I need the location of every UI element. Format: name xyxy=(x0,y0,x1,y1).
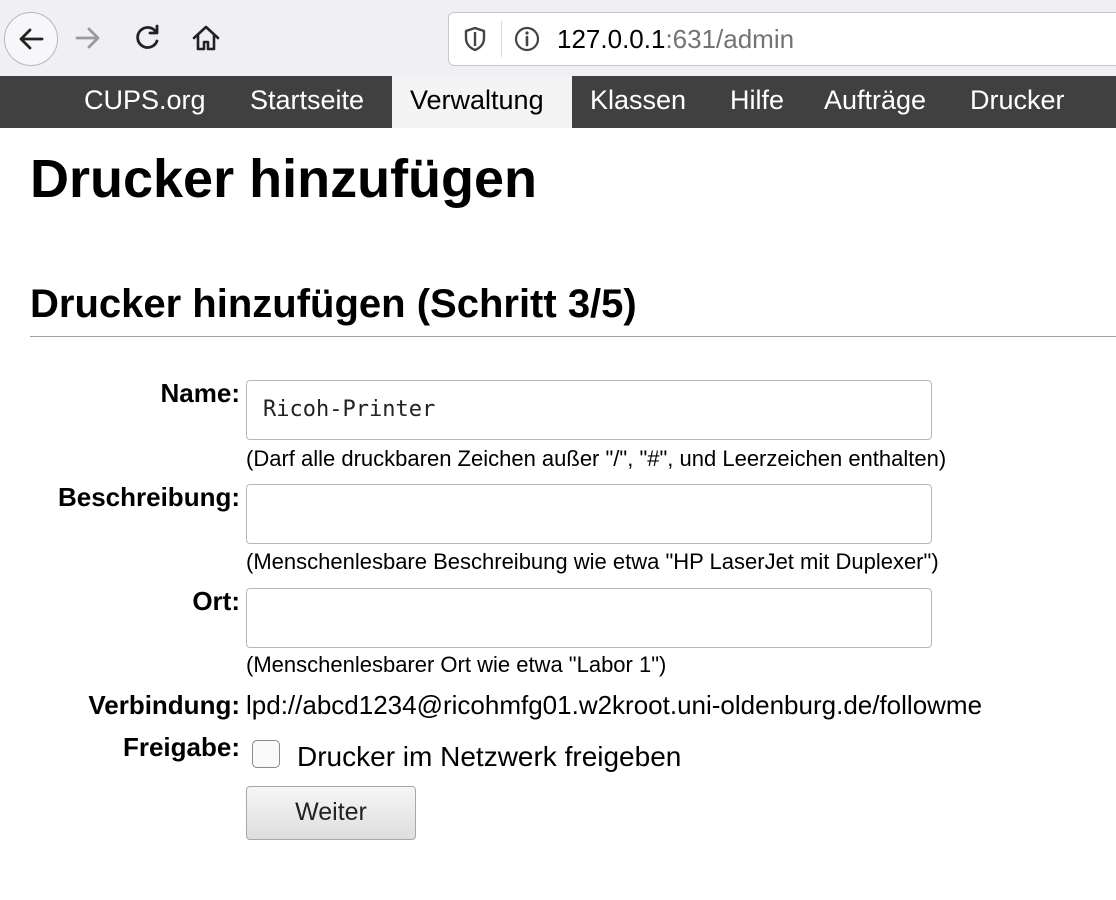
cups-navigation: CUPS.org Startseite Verwaltung Klassen H… xyxy=(0,76,1116,128)
connection-value: lpd://abcd1234@ricohmfg01.w2kroot.uni-ol… xyxy=(246,690,983,720)
connection-label: Verbindung: xyxy=(88,690,240,720)
nav-item-startseite[interactable]: Startseite xyxy=(250,76,364,128)
url-text[interactable]: 127.0.0.1:631/admin xyxy=(557,23,794,55)
url-separator xyxy=(501,21,502,57)
share-label: Freigabe: xyxy=(122,732,240,762)
reload-button[interactable] xyxy=(126,16,170,60)
section-title: Drucker hinzufügen (Schritt 3/5) xyxy=(30,282,637,326)
nav-item-hilfe[interactable]: Hilfe xyxy=(730,76,784,128)
url-path: :631/admin xyxy=(665,24,795,54)
forward-arrow-icon xyxy=(75,27,100,49)
url-host: 127.0.0.1 xyxy=(557,24,666,54)
section-divider xyxy=(30,336,1116,337)
reload-icon xyxy=(136,24,159,49)
share-checkbox[interactable] xyxy=(252,740,280,768)
description-label: Beschreibung: xyxy=(57,482,240,512)
nav-item-klassen[interactable]: Klassen xyxy=(590,76,686,128)
location-label: Ort: xyxy=(192,586,240,616)
nav-item-drucker[interactable]: Drucker xyxy=(970,76,1065,128)
back-arrow-icon xyxy=(19,28,44,50)
share-checkbox-label[interactable]: Drucker im Netzwerk freigeben xyxy=(297,740,681,774)
nav-item-verwaltung[interactable]: Verwaltung xyxy=(392,76,572,128)
home-button[interactable] xyxy=(184,16,228,60)
continue-button[interactable]: Weiter xyxy=(246,786,416,840)
browser-toolbar: 127.0.0.1:631/admin xyxy=(0,0,1116,77)
forward-button[interactable] xyxy=(66,16,110,60)
name-label: Name: xyxy=(160,378,240,408)
page-title: Drucker hinzufügen xyxy=(30,149,538,209)
location-input[interactable] xyxy=(246,588,932,648)
name-input[interactable]: Ricoh-Printer xyxy=(246,380,932,440)
description-input[interactable] xyxy=(246,484,932,544)
nav-item-cups-org[interactable]: CUPS.org xyxy=(84,76,206,128)
description-hint: (Menschenlesbare Beschreibung wie etwa "… xyxy=(246,549,939,574)
nav-item-auftraege[interactable]: Aufträge xyxy=(824,76,926,128)
back-button[interactable] xyxy=(4,12,58,66)
info-icon[interactable] xyxy=(513,25,541,53)
shield-icon[interactable] xyxy=(461,25,489,53)
location-hint: (Menschenlesbarer Ort wie etwa "Labor 1"… xyxy=(246,652,667,677)
home-icon xyxy=(192,25,220,51)
address-bar[interactable]: 127.0.0.1:631/admin xyxy=(448,12,1116,66)
name-hint: (Darf alle druckbaren Zeichen außer "/",… xyxy=(246,446,947,471)
